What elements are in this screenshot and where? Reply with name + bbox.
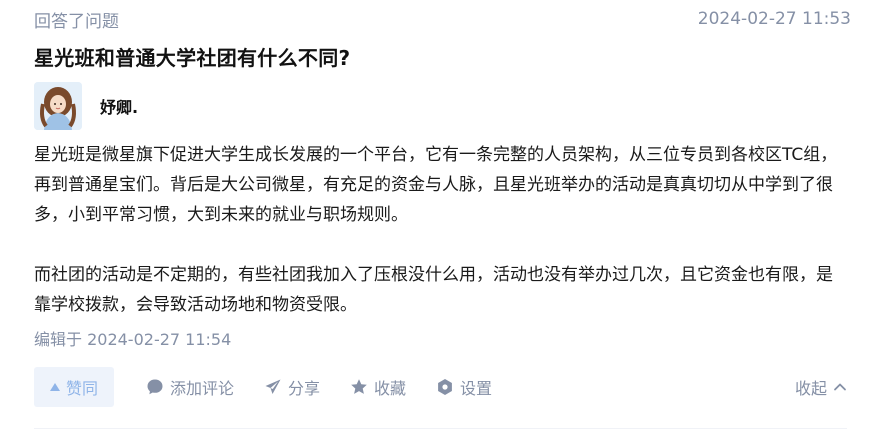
favorite-label: 收藏 [374,379,407,398]
star-icon [351,379,367,394]
collapse-label: 收起 [794,379,827,398]
divider [34,428,847,429]
author-name[interactable]: 妤卿. [100,94,138,118]
favorite-button[interactable]: 收藏 [350,375,406,399]
activity-label: 回答了问题 [34,11,119,32]
chevron-up-icon [834,383,846,391]
share-button[interactable]: 分享 [264,375,320,399]
activity-meta-row: 回答了问题 2024-02-27 11:53 [34,6,851,32]
answer-content: 星光班是微星旗下促进大学生成长发展的一个平台，它有一条完整的人员架构，从三位专员… [34,140,849,320]
add-comment-label: 添加评论 [170,379,235,398]
action-bar: 赞同 添加评论 分享 收藏 设置 收起 [34,366,847,408]
activity-timestamp[interactable]: 2024-02-27 11:53 [698,9,851,29]
edited-timestamp[interactable]: 编辑于 2024-02-27 11:54 [34,326,231,350]
settings-label: 设置 [460,379,493,398]
comment-bubble-icon [147,379,163,395]
collapse-button[interactable]: 收起 [795,375,847,399]
gear-icon [438,379,452,395]
add-comment-button[interactable]: 添加评论 [146,375,234,399]
upvote-label: 赞同 [65,379,98,398]
upvote-triangle-icon [49,383,60,391]
upvote-button[interactable]: 赞同 [34,367,114,407]
answer-paragraph: 而社团的活动是不定期的，有些社团我加入了压根没什么用，活动也没有举办过几次，且它… [34,265,833,315]
answer-paragraph: 星光班是微星旗下促进大学生成长发展的一个平台，它有一条完整的人员架构，从三位专员… [34,145,838,225]
question-title[interactable]: 星光班和普通大学社团有什么不同? [34,42,350,71]
share-label: 分享 [288,379,321,398]
avatar[interactable] [34,82,82,130]
share-plane-icon [265,379,281,394]
settings-button[interactable]: 设置 [436,375,492,399]
author-info: 妤卿. [34,82,138,130]
